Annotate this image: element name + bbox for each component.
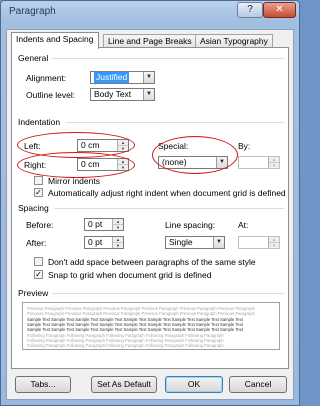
snap-to-grid-label: Snap to grid when document grid is defin… (48, 270, 212, 280)
at-spinner[interactable]: ▲ ▼ (238, 236, 280, 249)
by-label: By: (238, 141, 251, 151)
dialog-client-area: Indents and Spacing Line and Page Breaks… (6, 29, 294, 400)
help-icon: ? (247, 4, 253, 15)
preview-box: Previous Paragraph Previous Paragraph Pr… (22, 302, 280, 350)
checkmark-icon[interactable]: ✓ (34, 270, 43, 279)
preview-line: Following Paragraph Following Paragraph … (27, 343, 224, 348)
line-spacing-label: Line spacing: (165, 220, 216, 230)
at-arrows: ▲ ▼ (268, 237, 279, 248)
close-button[interactable]: ✕ (263, 2, 296, 18)
spin-down-icon[interactable]: ▼ (269, 243, 279, 248)
dialog-title: Paragraph (9, 6, 56, 17)
general-heading: General (18, 53, 49, 63)
by-spinner[interactable]: ▲ ▼ (238, 156, 280, 169)
line-spacing-value: Single (169, 237, 193, 247)
outline-level-label: Outline level: (26, 90, 76, 100)
checkmark-icon[interactable]: ✓ (34, 188, 43, 197)
annotation-ellipse-special (152, 136, 238, 174)
tab-asian-typography[interactable]: Asian Typography (195, 34, 273, 48)
tab-panel-indents-and-spacing: General Alignment: Justified ▼ Outline l… (11, 47, 289, 369)
dont-add-space-checkbox[interactable]: Don't add space between paragraphs of th… (34, 256, 284, 267)
line-spacing-select[interactable]: Single ▼ (165, 236, 225, 249)
before-arrows: ▲ ▼ (112, 219, 123, 230)
spin-down-icon[interactable]: ▼ (113, 243, 123, 248)
auto-adjust-checkbox[interactable]: ✓ Automatically adjust right indent when… (34, 187, 286, 198)
tab-line-and-page-breaks[interactable]: Line and Page Breaks (103, 34, 197, 48)
general-separator (52, 58, 284, 59)
preview-line: Sample Text Sample Text Sample Text Samp… (27, 327, 243, 332)
after-label: After: (26, 238, 47, 248)
spin-down-icon[interactable]: ▼ (269, 163, 279, 168)
after-arrows: ▲ ▼ (112, 237, 123, 248)
indentation-heading: Indentation (18, 117, 61, 127)
outline-level-select[interactable]: Body Text ▼ (90, 88, 155, 101)
preview-separator (52, 293, 284, 294)
tabs-button[interactable]: Tabs... (15, 376, 71, 393)
indentation-separator (66, 122, 284, 123)
before-label: Before: (26, 220, 54, 230)
cancel-button[interactable]: Cancel (229, 376, 287, 393)
chevron-down-icon[interactable]: ▼ (143, 72, 154, 83)
spacing-heading: Spacing (18, 203, 49, 213)
at-label: At: (238, 220, 249, 230)
spin-down-icon[interactable]: ▼ (113, 225, 123, 230)
alignment-select[interactable]: Justified ▼ (90, 71, 155, 84)
after-value: 0 pt (88, 237, 103, 247)
before-value: 0 pt (88, 219, 103, 229)
by-arrows: ▲ ▼ (268, 157, 279, 168)
chevron-down-icon[interactable]: ▼ (213, 237, 224, 248)
title-bar[interactable]: Paragraph ? ✕ (1, 1, 299, 23)
outline-level-value: Body Text (94, 89, 132, 99)
snap-to-grid-checkbox[interactable]: ✓ Snap to grid when document grid is def… (34, 269, 284, 280)
close-icon: ✕ (275, 4, 284, 15)
after-spinner[interactable]: 0 pt ▲ ▼ (84, 236, 124, 249)
set-as-default-button[interactable]: Set As Default (91, 376, 157, 393)
help-button[interactable]: ? (237, 2, 263, 18)
spacing-separator (54, 208, 284, 209)
dont-add-space-label: Don't add space between paragraphs of th… (48, 257, 256, 267)
tab-indents-and-spacing[interactable]: Indents and Spacing (11, 32, 99, 49)
chevron-down-icon[interactable]: ▼ (143, 89, 154, 100)
annotation-ellipse-right (17, 152, 135, 178)
preview-heading: Preview (18, 288, 49, 298)
preview-line: Previous Paragraph Previous Paragraph Pr… (27, 311, 255, 316)
alignment-label: Alignment: (26, 73, 67, 83)
before-spinner[interactable]: 0 pt ▲ ▼ (84, 218, 124, 231)
paragraph-dialog: Paragraph ? ✕ Indents and Spacing Line a… (0, 0, 300, 406)
mirror-indents-box[interactable] (34, 176, 43, 185)
alignment-value: Justified (94, 72, 130, 83)
dont-add-space-box[interactable] (34, 257, 43, 266)
auto-adjust-label: Automatically adjust right indent when d… (48, 188, 286, 198)
ok-button[interactable]: OK (165, 376, 223, 393)
